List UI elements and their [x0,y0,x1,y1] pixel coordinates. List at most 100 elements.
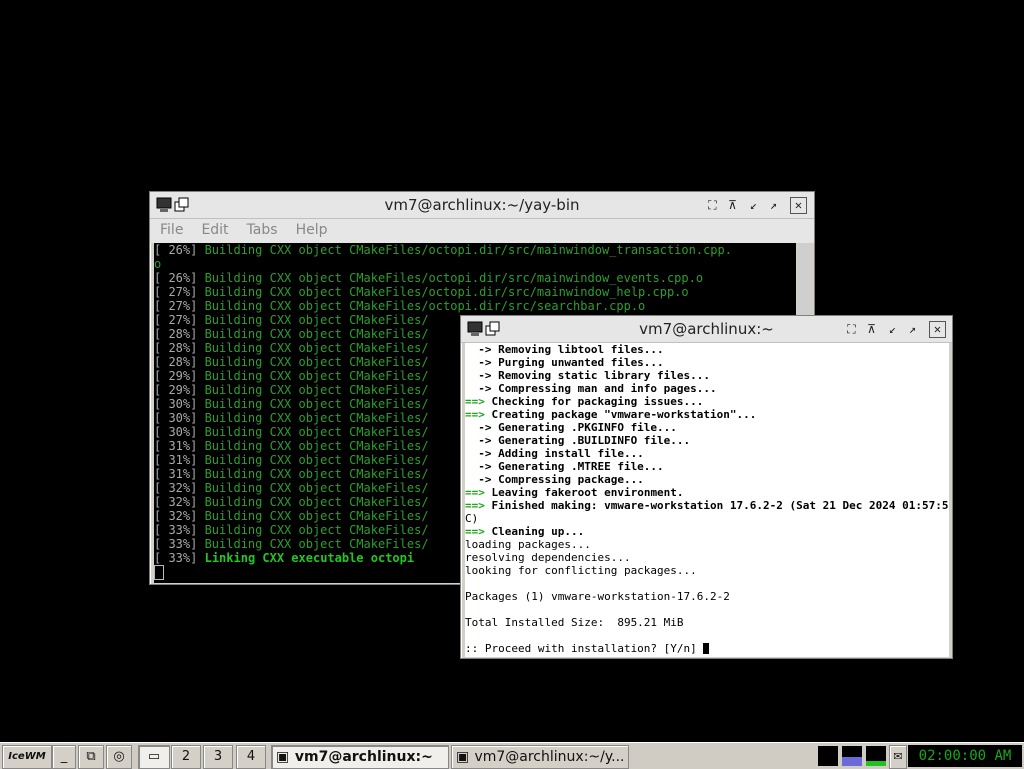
line-percent: [ 33%] [154,537,198,551]
title-bar[interactable]: vm7@archlinux:~/yay-bin ⛶ ⊼ ↙ ↗ ✕ [150,192,814,219]
line-text: -> Compressing man and info pages... [465,382,717,395]
line-text: Building CXX object CMakeFiles/ [197,439,429,453]
terminal-line: -> Generating .PKGINFO file... [465,421,949,434]
workspace-1-button[interactable]: ▭ [138,745,170,769]
minimize-icon[interactable]: ↙ [745,197,762,214]
line-percent: [ 31%] [154,467,198,481]
show-desktop-icon[interactable]: _ [52,745,76,769]
line-text: Building CXX object CMakeFiles/ [197,495,429,509]
line-text: Checking for packaging issues... [484,395,704,408]
mail-icon[interactable]: ✉ [889,745,907,769]
terminal-line: resolving dependencies... [465,551,949,564]
line-text: -> Removing libtool files... [465,343,664,356]
line-text: Building CXX object CMakeFiles/ [197,425,429,439]
fullscreen-icon[interactable]: ⛶ [843,321,860,338]
memory-monitor [866,746,886,766]
workspace-2-button[interactable]: 2 [171,745,201,769]
clock[interactable]: 02:00:00 AM [908,745,1022,767]
terminal-line: ==> Leaving fakeroot environment. [465,486,949,499]
line-text: Building CXX object CMakeFiles/ [197,355,429,369]
line-percent: [ 33%] [154,523,198,537]
line-percent: [ 27%] [154,313,198,327]
arrow-marker: ==> [465,525,485,538]
window-list-icon[interactable]: ⧉ [78,745,104,769]
line-text: Cleaning up... [484,525,585,538]
workspace-3-button[interactable]: 3 [203,745,233,769]
fullscreen-icon[interactable]: ⛶ [704,197,721,214]
install-prompt[interactable]: :: Proceed with installation? [Y/n] [465,642,949,655]
title-bar[interactable]: vm7@archlinux:~ ⛶ ⊼ ↙ ↗ ✕ [461,316,952,343]
maximize-icon[interactable]: ↗ [765,197,782,214]
terminal-window-home[interactable]: vm7@archlinux:~ ⛶ ⊼ ↙ ↗ ✕ -> Removing li… [460,315,953,659]
line-text: -> Generating .MTREE file... [465,460,664,473]
terminal-line: o [154,257,796,271]
line-percent: [ 27%] [154,299,198,313]
arrow-marker: ==> [465,499,485,512]
menu-help[interactable]: Help [286,219,336,238]
line-text: -> Purging unwanted files... [465,356,664,369]
line-percent: [ 29%] [154,369,198,383]
menu-file[interactable]: File [150,219,191,238]
rollup-icon[interactable]: ⊼ [724,197,741,214]
line-text: -> Adding install file... [465,447,644,460]
line-percent: [ 28%] [154,355,198,369]
line-text: Building CXX object CMakeFiles/ [197,397,429,411]
terminal-output[interactable]: -> Removing libtool files... -> Purging … [465,343,949,657]
menu-edit[interactable]: Edit [191,219,236,238]
line-percent: [ 32%] [154,509,198,523]
terminal-line: Total Installed Size: 895.21 MiB [465,616,949,629]
line-percent: [ 30%] [154,411,198,425]
browser-icon[interactable]: ◎ [106,745,132,769]
line-text: Building CXX object CMakeFiles/octopi.di… [197,299,646,313]
arrow-marker: ==> [465,408,485,421]
cursor [703,643,710,654]
line-text: Building CXX object CMakeFiles/ [197,341,429,355]
line-text: Linking CXX executable octopi [204,551,415,565]
workspace-4-button[interactable]: 4 [236,745,266,769]
terminal-line: ==> Checking for packaging issues... [465,395,949,408]
terminal-line: -> Compressing man and info pages... [465,382,949,395]
line-text: Building CXX object CMakeFiles/octopi.di… [197,285,689,299]
task-label: vm7@archlinux:~/y... [474,749,625,765]
prompt-text: :: Proceed with installation? [Y/n] [465,642,704,655]
close-icon[interactable]: ✕ [790,197,807,214]
line-text: Total Installed Size: 895.21 MiB [465,616,684,629]
line-text: Building CXX object CMakeFiles/ [197,509,429,523]
terminal-line: loading packages... [465,538,949,551]
terminal-line: Packages (1) vmware-workstation-17.6.2-2 [465,590,949,603]
line-text: Finished making: vmware-workstation 17.6… [484,499,949,512]
terminal-line: [ 26%] Building CXX object CMakeFiles/oc… [154,271,796,285]
terminal-line: -> Compressing package... [465,473,949,486]
line-text: C) [465,512,479,525]
terminal-icon: ▣ [276,749,290,765]
line-percent: [ 32%] [154,495,198,509]
maximize-icon[interactable]: ↗ [904,321,921,338]
line-text: Building CXX object CMakeFiles/ [197,313,429,327]
terminal-line: [ 26%] Building CXX object CMakeFiles/oc… [154,243,796,257]
taskbar: IceWM _ ⧉ ◎ ▭ 2 3 4 ▣ vm7@archlinux:~ ▣ … [0,742,1024,769]
rollup-icon[interactable]: ⊼ [863,321,880,338]
line-percent: [ 30%] [154,425,198,439]
line-text: Building CXX object CMakeFiles/ [197,453,429,467]
cursor [154,565,164,580]
line-percent: [ 32%] [154,481,198,495]
line-text: -> Removing static library files... [465,369,711,382]
terminal-line: looking for conflicting packages... [465,564,949,577]
close-icon[interactable]: ✕ [929,321,946,338]
minimize-icon[interactable]: ↙ [884,321,901,338]
start-menu-button[interactable]: IceWM [2,745,52,769]
line-percent: [ 31%] [154,439,198,453]
terminal-line: [ 27%] Building CXX object CMakeFiles/oc… [154,299,796,313]
network-monitor [842,746,862,766]
menu-tabs[interactable]: Tabs [237,219,286,238]
line-percent: [ 26%] [154,271,198,285]
line-text: Building CXX object CMakeFiles/ [197,537,429,551]
arrow-marker: ==> [465,395,485,408]
task-button-yay-terminal[interactable]: ▣ vm7@archlinux:~/y... [451,745,629,769]
task-button-home-terminal[interactable]: ▣ vm7@archlinux:~ [271,745,449,769]
terminal-icon: ▣ [456,749,470,765]
terminal-line: C) [465,512,949,525]
arrow-marker: ==> [465,486,485,499]
